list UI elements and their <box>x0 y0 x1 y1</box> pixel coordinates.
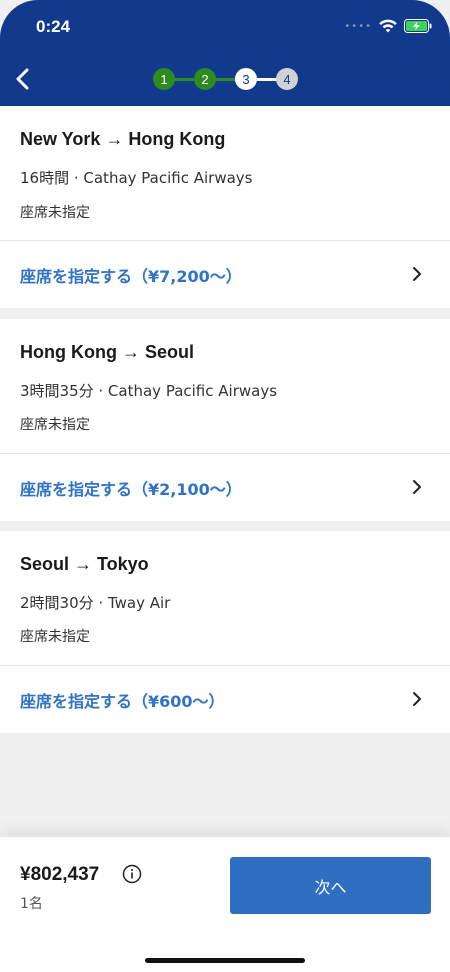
seat-status: 座席未指定 <box>20 629 90 645</box>
checkout-footer: ¥802,437 1名 次へ <box>0 837 450 972</box>
status-time: 0:24 <box>36 17 71 36</box>
seat-status: 座席未指定 <box>20 417 90 433</box>
total-price: ¥802,437 <box>20 864 100 885</box>
header-bar: 0:24 •••• 1 2 3 4 <box>0 0 450 106</box>
battery-charging-icon <box>404 19 432 33</box>
select-seat-label: 座席を指定する（¥600〜） <box>20 692 225 711</box>
route-title: Seoul → Tokyo <box>20 554 149 574</box>
step-3: 3 <box>235 68 257 90</box>
flight-meta: 2時間30分 · Tway Air <box>20 594 171 612</box>
select-seat-link[interactable]: 座席を指定する（¥600〜） <box>0 666 450 734</box>
select-seat-label: 座席を指定する（¥7,200〜） <box>20 267 242 286</box>
progress-stepper: 1 2 3 4 <box>153 67 299 91</box>
route-title: New York → Hong Kong <box>20 129 226 149</box>
step-2: 2 <box>194 68 216 90</box>
wifi-icon <box>379 19 397 33</box>
flight-meta: 3時間35分 · Cathay Pacific Airways <box>20 382 278 400</box>
next-button[interactable]: 次へ <box>230 857 431 914</box>
chevron-right-icon <box>413 692 421 706</box>
flight-segment-card: Seoul → Tokyo 2時間30分 · Tway Air 座席未指定 座席… <box>0 531 450 733</box>
back-arrow-icon[interactable] <box>10 62 36 96</box>
chevron-right-icon <box>413 267 421 281</box>
flight-segment-card: Hong Kong → Seoul 3時間35分 · Cathay Pacifi… <box>0 319 450 521</box>
passenger-count: 1名 <box>20 896 43 912</box>
route-title: Hong Kong → Seoul <box>20 342 194 362</box>
flight-meta: 16時間 · Cathay Pacific Airways <box>20 169 253 187</box>
home-indicator <box>145 958 305 963</box>
flight-segment-card: New York → Hong Kong 16時間 · Cathay Pacif… <box>0 106 450 308</box>
seat-status: 座席未指定 <box>20 205 90 221</box>
select-seat-link[interactable]: 座席を指定する（¥7,200〜） <box>0 241 450 309</box>
info-icon[interactable] <box>122 864 142 884</box>
step-4: 4 <box>276 68 298 90</box>
chevron-right-icon <box>413 480 421 494</box>
status-icons: •••• <box>344 18 432 34</box>
select-seat-link[interactable]: 座席を指定する（¥2,100〜） <box>0 454 450 522</box>
step-1: 1 <box>153 68 175 90</box>
signal-icon: •••• <box>344 20 372 32</box>
select-seat-label: 座席を指定する（¥2,100〜） <box>20 480 242 499</box>
